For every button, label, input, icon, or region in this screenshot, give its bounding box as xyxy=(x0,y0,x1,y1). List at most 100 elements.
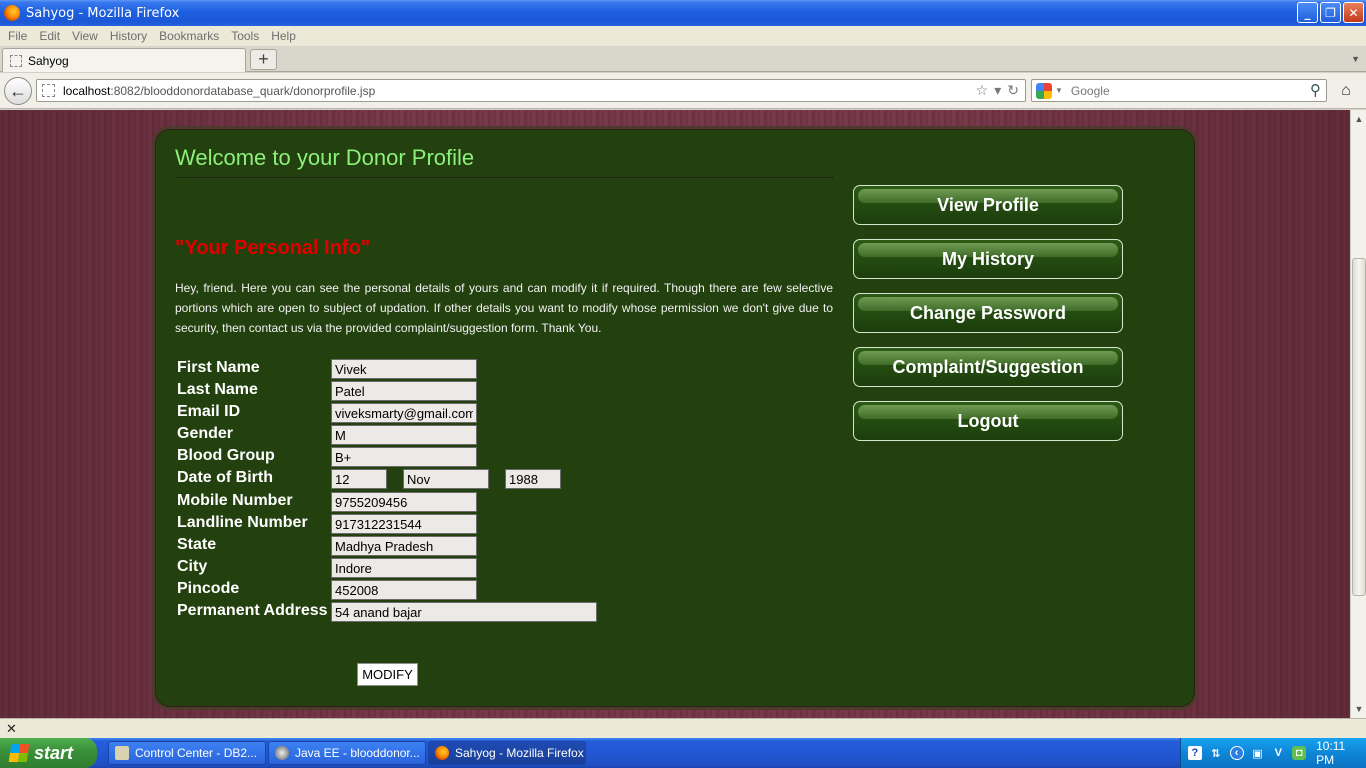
menu-history[interactable]: History xyxy=(110,29,147,43)
view-profile-button[interactable]: View Profile xyxy=(853,185,1123,225)
state-input[interactable] xyxy=(331,536,477,556)
section-title: "Your Personal Info" xyxy=(175,237,371,259)
menu-tools[interactable]: Tools xyxy=(231,29,259,43)
close-findbar-icon[interactable]: ✕ xyxy=(6,721,17,737)
change-password-button[interactable]: Change Password xyxy=(853,293,1123,333)
modify-button[interactable]: MODIFY xyxy=(357,663,418,686)
scroll-down-icon[interactable]: ▼ xyxy=(1353,702,1365,716)
task-control-center[interactable]: Control Center - DB2... xyxy=(108,741,266,765)
page-title: Welcome to your Donor Profile xyxy=(175,145,475,170)
help-icon[interactable]: ? xyxy=(1188,746,1202,760)
firefox-icon xyxy=(435,746,449,760)
search-icon[interactable]: ⚲ xyxy=(1310,81,1321,99)
url-bar[interactable]: localhost:8082/blooddonordatabase_quark/… xyxy=(36,79,1026,102)
task-firefox[interactable]: Sahyog - Mozilla Firefox xyxy=(428,741,586,765)
display-icon[interactable]: ▣ xyxy=(1251,746,1265,760)
eclipse-gear-icon xyxy=(275,746,289,760)
navigation-toolbar: ← localhost:8082/blooddonordatabase_quar… xyxy=(0,73,1366,109)
window-titlebar: Sahyog - Mozilla Firefox _ ❐ ✕ xyxy=(0,0,1366,26)
dob-month-input[interactable] xyxy=(403,469,489,489)
menu-view[interactable]: View xyxy=(72,29,98,43)
page-icon xyxy=(10,54,22,67)
system-tray: ? ⇅ ‹ ▣ V ◘ 10:11 PM xyxy=(1180,738,1366,768)
label-mobile: Mobile Number xyxy=(177,492,293,509)
logout-button[interactable]: Logout xyxy=(853,401,1123,441)
change-password-label: Change Password xyxy=(909,302,1067,323)
profile-panel: Welcome to your Donor Profile "Your Pers… xyxy=(152,126,1198,710)
url-actions: ☆ ▾ ↻ xyxy=(976,82,1019,99)
menu-edit[interactable]: Edit xyxy=(39,29,60,43)
label-landline: Landline Number xyxy=(177,514,308,531)
task-java-ee[interactable]: Java EE - blooddonor... xyxy=(268,741,426,765)
minimize-button[interactable]: _ xyxy=(1297,2,1318,23)
search-bar[interactable]: ▼ Google ⚲ xyxy=(1031,79,1327,102)
address-input[interactable] xyxy=(331,602,597,622)
maximize-button[interactable]: ❐ xyxy=(1320,2,1341,23)
task-label: Sahyog - Mozilla Firefox xyxy=(455,746,584,760)
blood-group-input[interactable] xyxy=(331,447,477,467)
clock: 10:11 PM xyxy=(1316,739,1346,767)
complaint-suggestion-button[interactable]: Complaint/Suggestion xyxy=(853,347,1123,387)
label-pincode: Pincode xyxy=(177,580,240,597)
menu-file[interactable]: File xyxy=(8,29,27,43)
start-button[interactable]: start xyxy=(0,738,97,768)
mobile-input[interactable] xyxy=(331,492,477,512)
vertical-scrollbar[interactable]: ▲ ▼ xyxy=(1350,110,1366,718)
label-city: City xyxy=(177,558,208,575)
url-host: localhost xyxy=(63,83,111,98)
tray-app-icon[interactable]: ◘ xyxy=(1292,746,1307,760)
window-controls: _ ❐ ✕ xyxy=(1297,2,1364,23)
taskbar: start Control Center - DB2... Java EE - … xyxy=(0,738,1366,768)
gender-input[interactable] xyxy=(331,425,477,445)
tab-label: Sahyog xyxy=(28,53,69,68)
scrollbar-thumb[interactable] xyxy=(1352,258,1366,596)
status-bar: ✕ xyxy=(0,718,1366,738)
dob-day-input[interactable] xyxy=(331,469,387,489)
bookmark-star-icon[interactable]: ☆ xyxy=(976,82,989,99)
v-app-icon[interactable]: V xyxy=(1271,746,1285,760)
close-button[interactable]: ✕ xyxy=(1343,2,1364,23)
logout-label: Logout xyxy=(957,410,1019,431)
page-viewport: Welcome to your Donor Profile "Your Pers… xyxy=(0,110,1350,718)
google-icon[interactable] xyxy=(1036,82,1052,99)
view-profile-label: View Profile xyxy=(937,194,1039,215)
history-dropdown-icon[interactable]: ▾ xyxy=(994,82,1001,99)
window-title: Sahyog - Mozilla Firefox xyxy=(26,5,180,21)
label-email: Email ID xyxy=(177,403,241,420)
menu-bar: File Edit View History Bookmarks Tools H… xyxy=(0,26,1366,46)
landline-input[interactable] xyxy=(331,514,477,534)
pincode-input[interactable] xyxy=(331,580,477,600)
my-history-label: My History xyxy=(941,248,1035,269)
task-label: Java EE - blooddonor... xyxy=(295,746,420,760)
label-gender: Gender xyxy=(177,425,234,442)
city-input[interactable] xyxy=(331,558,477,578)
control-center-icon xyxy=(115,746,129,760)
label-blood-group: Blood Group xyxy=(177,447,275,464)
network-icon[interactable]: ⇅ xyxy=(1209,746,1223,760)
dob-year-input[interactable] xyxy=(505,469,561,489)
start-label: start xyxy=(34,742,74,763)
label-address: Permanent Address xyxy=(177,602,328,619)
firefox-icon xyxy=(4,5,20,21)
label-last-name: Last Name xyxy=(177,381,258,398)
task-label: Control Center - DB2... xyxy=(135,746,258,760)
menu-help[interactable]: Help xyxy=(271,29,296,43)
first-name-input[interactable] xyxy=(331,359,477,379)
scroll-up-icon[interactable]: ▲ xyxy=(1353,112,1365,126)
tab-sahyog[interactable]: Sahyog xyxy=(2,48,246,72)
email-input[interactable] xyxy=(331,403,477,423)
my-history-button[interactable]: My History xyxy=(853,239,1123,279)
home-button[interactable]: ⌂ xyxy=(1333,79,1359,102)
reload-icon[interactable]: ↻ xyxy=(1007,82,1019,99)
search-placeholder: Google xyxy=(1070,83,1110,98)
label-state: State xyxy=(177,536,217,553)
new-tab-button[interactable]: + xyxy=(250,49,277,70)
title-divider xyxy=(177,177,833,178)
menu-bookmarks[interactable]: Bookmarks xyxy=(159,29,219,43)
last-name-input[interactable] xyxy=(331,381,477,401)
chevron-left-icon[interactable]: ‹ xyxy=(1229,746,1244,760)
search-engine-chevron-icon[interactable]: ▼ xyxy=(1055,86,1063,95)
tab-list-chevron-icon[interactable]: ▼ xyxy=(1351,54,1360,64)
back-button[interactable]: ← xyxy=(4,77,32,105)
site-identity-icon[interactable] xyxy=(42,84,55,97)
